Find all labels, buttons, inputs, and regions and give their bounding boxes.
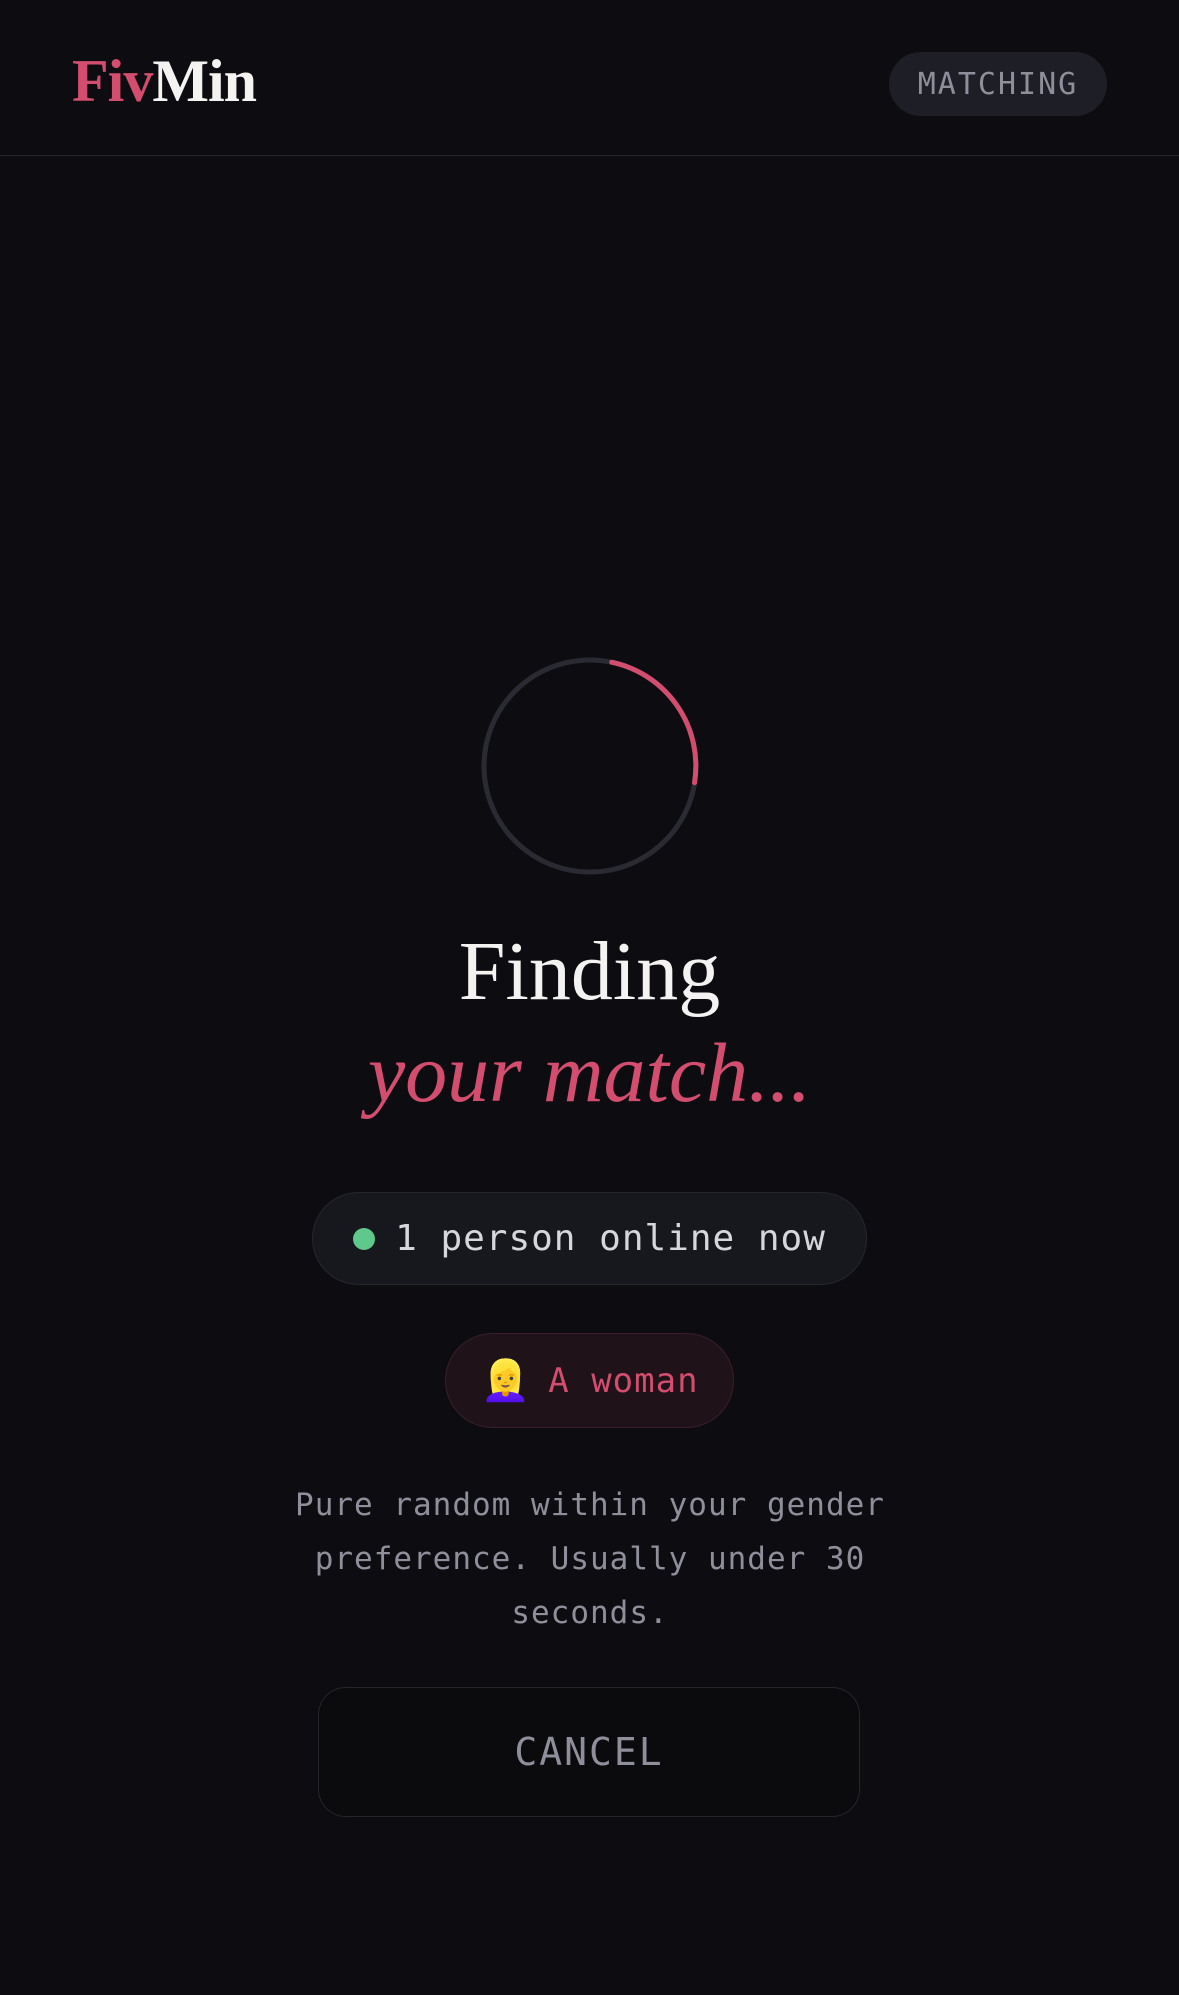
page-title: Finding (458, 925, 721, 1018)
page-subtitle: your match... (367, 1027, 812, 1120)
app-logo[interactable]: FivMin (72, 46, 257, 116)
woman-icon: 👱‍♀️ (480, 1357, 531, 1404)
online-count-text: 1 person online now (395, 1218, 826, 1259)
online-count-pill: 1 person online now (312, 1192, 867, 1285)
gender-preference-pill: 👱‍♀️ A woman (445, 1333, 734, 1428)
cancel-button[interactable]: CANCEL (318, 1687, 860, 1817)
matching-description: Pure random within your gender preferenc… (295, 1487, 885, 1631)
logo-part-min: Min (152, 48, 257, 114)
online-indicator-icon (353, 1227, 376, 1250)
top-bar: FivMin MATCHING (0, 0, 1179, 156)
gender-preference-label: A woman (548, 1360, 699, 1401)
matching-status-badge: MATCHING (889, 52, 1107, 116)
logo-part-fiv: Fiv (72, 48, 153, 114)
loading-spinner-icon (481, 657, 699, 875)
